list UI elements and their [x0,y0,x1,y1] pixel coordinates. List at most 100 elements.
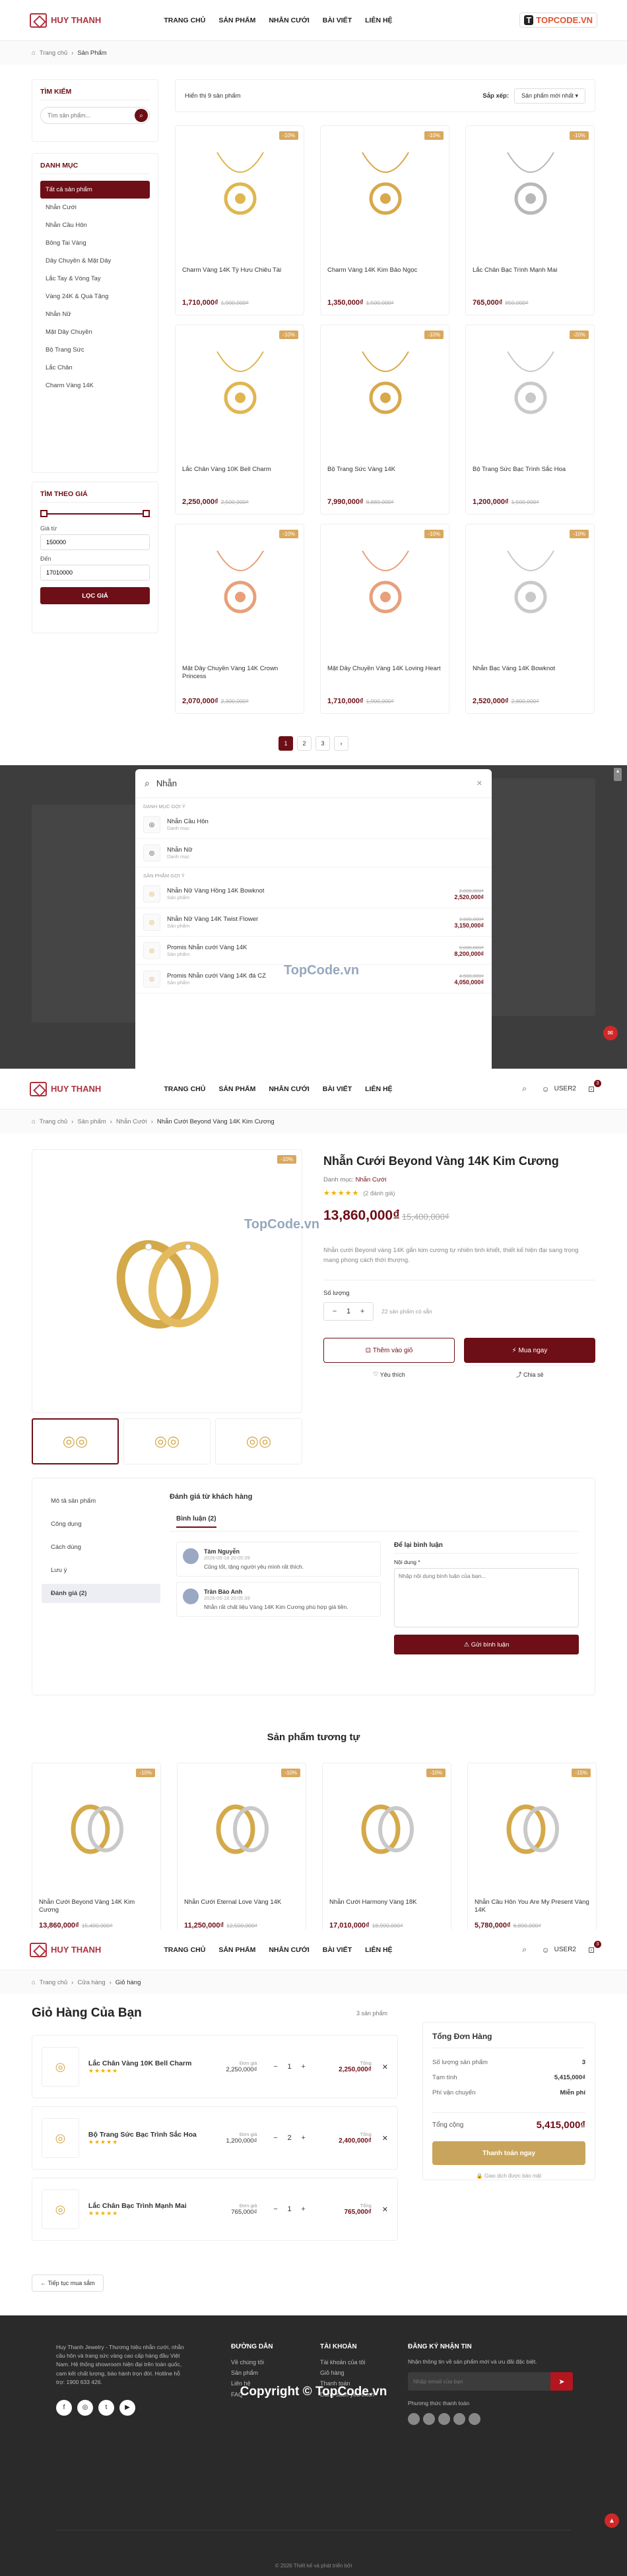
plus-icon[interactable]: + [298,2133,309,2143]
thumbnail[interactable]: ◎◎ [123,1418,211,1464]
product-card[interactable]: -10% Mặt Dây Chuyền Vàng 14K Crown Prince… [175,524,304,714]
submit-comment-button[interactable]: ⚠ Gửi bình luận [394,1635,579,1654]
breadcrumb-home[interactable]: Trang chủ [40,1979,67,1986]
cart-item-name[interactable]: Bộ Trang Sức Bạc Trình Sắc Hoa [88,2131,207,2139]
product-card[interactable]: -10% Charm Vàng 14K Tỳ Hưu Chiêu Tài 1,710… [175,125,304,315]
nav-home[interactable]: TRANG CHỦ [164,16,205,24]
category-item[interactable]: Charm Vàng 14K [40,377,150,394]
minus-icon[interactable]: − [270,2061,280,2072]
category-item[interactable]: Lắc Tay & Vòng Tay [40,270,150,288]
plus-icon[interactable]: + [357,1306,368,1317]
logo[interactable]: HUY THANH [30,1081,101,1096]
overlay-scrollbar[interactable]: ▴ [614,768,622,781]
category-item[interactable]: Nhẫn Cưới [40,199,150,216]
related-product-card[interactable]: -10% Nhẫn Cưới Eternal Love Vàng 14K 11,25… [177,1763,306,1930]
page-3[interactable]: 3 [315,736,330,751]
product-card[interactable]: -10% Charm Vàng 14K Kim Bảo Ngọc 1,350,000… [320,125,449,315]
product-card[interactable]: -10% Lắc Chân Bạc Trình Mạnh Mai 765,000₫ 8… [465,125,595,315]
category-item[interactable]: Vàng 24K & Quà Tặng [40,288,150,305]
breadcrumb-products[interactable]: Sản phẩm [77,1118,106,1125]
price-from-input[interactable] [40,534,150,550]
suggest-product[interactable]: ◎ Nhẫn Nữ Vàng 14K Twist Flower Sản phẩm 3,… [135,908,492,937]
footer-link-about[interactable]: Về chúng tôi [231,2357,304,2368]
user-menu[interactable]: ☺ USER2 [540,1083,577,1095]
nav-contact[interactable]: LIÊN HỆ [365,16,392,24]
nav-contact[interactable]: LIÊN HỆ [365,1085,392,1093]
remove-icon[interactable]: ✕ [382,2134,388,2143]
category-item[interactable]: Nhẫn Cầu Hôn [40,216,150,234]
price-to-input[interactable] [40,565,150,581]
remove-icon[interactable]: ✕ [382,2205,388,2214]
product-card[interactable]: -10% Bộ Trang Sức Vàng 14K 7,990,000₫ 8,880… [320,325,449,515]
checkout-button[interactable]: Thanh toán ngay [432,2141,585,2165]
buy-now-button[interactable]: ⚡ Mua ngay [464,1338,595,1364]
category-link[interactable]: Nhẫn Cưới [356,1176,387,1183]
product-card[interactable]: -10% Mặt Dây Chuyền Vàng 14K Loving Heart… [320,524,449,714]
category-item[interactable]: Nhẫn Nữ [40,305,150,323]
footer-link-my-account[interactable]: Tài khoản của tôi [320,2357,399,2368]
category-item[interactable]: Lắc Chân [40,359,150,377]
product-card[interactable]: -10% Nhẫn Bạc Vàng 14K Bowknot 2,520,000₫ 2… [465,524,595,714]
product-tab[interactable]: Lưu ý [42,1561,160,1580]
nav-blog[interactable]: BÀI VIẾT [323,16,352,24]
suggest-category[interactable]: ◎ Nhẫn Nữ Danh mục [135,839,492,867]
cart-item-image[interactable]: ◎ [42,2118,79,2158]
nav-products[interactable]: SẢN PHẨM [218,1946,255,1954]
related-product-card[interactable]: -10% Nhẫn Cưới Beyond Vàng 14K Kim Cương 1… [32,1763,161,1930]
wishlist-button[interactable]: ♡ Yêu thích [323,1366,455,1383]
chat-float-icon[interactable]: ✉ [603,1026,618,1040]
nav-blog[interactable]: BÀI VIẾT [323,1085,352,1093]
remove-icon[interactable]: ✕ [382,2063,388,2071]
nav-products[interactable]: SẢN PHẨM [218,1085,255,1093]
breadcrumb-category[interactable]: Nhẫn Cưới [116,1118,147,1125]
product-tab[interactable]: Mô tả sản phẩm [42,1492,160,1511]
product-card[interactable]: -20% Bộ Trang Sức Bạc Trình Sắc Hoa 1,200,… [465,325,595,515]
category-item[interactable]: Mặt Dây Chuyền [40,323,150,341]
cart-item-image[interactable]: ◎ [42,2189,79,2229]
quantity-stepper[interactable]: −1 + [323,1302,374,1321]
category-item[interactable]: Bông Tai Vàng [40,234,150,252]
breadcrumb-home[interactable]: Trang chủ [40,1118,67,1125]
nav-wedding-rings[interactable]: NHẪN CƯỚI [269,16,309,24]
cart-icon[interactable]: ⊡ 3 [585,1079,601,1095]
comment-textarea[interactable] [394,1568,579,1627]
product-tab[interactable]: Đánh giá (2) [42,1584,160,1603]
share-button[interactable]: ⤴ Chia sẻ [464,1366,595,1383]
minus-icon[interactable]: − [270,2133,280,2143]
search-query[interactable]: Nhẫn [156,778,470,788]
search-icon[interactable]: ⌕ [519,1944,531,1956]
sidebar-search-input[interactable] [40,107,150,124]
close-icon[interactable]: ✕ [477,779,482,788]
filter-price-button[interactable]: LỌC GIÁ [40,587,150,604]
nav-products[interactable]: SẢN PHẨM [218,16,255,24]
minus-icon[interactable]: − [270,2204,280,2215]
nav-home[interactable]: TRANG CHỦ [164,1946,205,1954]
cart-item-name[interactable]: Lắc Chân Vàng 10K Bell Charm [88,2059,207,2067]
product-tab[interactable]: Công dụng [42,1515,160,1534]
price-slider[interactable] [40,509,150,518]
thumbnail[interactable]: ◎◎ [32,1418,119,1464]
page-next[interactable]: › [334,736,348,751]
twitter-icon[interactable]: t [98,2399,114,2416]
thumbnail[interactable]: ◎◎ [215,1418,302,1464]
page-1[interactable]: 1 [279,736,293,751]
suggest-product[interactable]: ◎ Promis Nhẫn cưới Vàng 14K Sản phẩm 9,000,… [135,937,492,965]
nav-wedding-rings[interactable]: NHẪN CƯỚI [269,1085,309,1093]
related-product-card[interactable]: -15% Nhẫn Cầu Hôn You Are My Present Vàng… [467,1763,597,1930]
search-icon[interactable]: ⌕ [135,109,148,122]
product-card[interactable]: -10% Lắc Chân Vàng 10K Bell Charm 2,250,00… [175,325,304,515]
category-item[interactable]: Dây Chuyền & Mặt Dây [40,252,150,270]
add-to-cart-button[interactable]: ⊡ Thêm vào giỏ [323,1338,455,1364]
search-icon[interactable]: ⌕ [519,1083,531,1095]
quantity-stepper[interactable]: −2 + [270,2133,308,2143]
minus-icon[interactable]: − [329,1306,340,1317]
footer-link-cart[interactable]: Giỏ hàng [320,2368,399,2378]
nav-blog[interactable]: BÀI VIẾT [323,1946,352,1954]
breadcrumb-shop[interactable]: Cửa hàng [77,1979,105,1986]
category-item[interactable]: Bộ Trang Sức [40,341,150,359]
suggest-category[interactable]: ◎ Nhẫn Cầu Hôn Danh mục [135,811,492,839]
sort-select[interactable]: Sản phẩm mới nhất ▾ [514,88,585,104]
instagram-icon[interactable]: ◎ [77,2399,93,2416]
cart-icon[interactable]: ⊡ 3 [585,1940,601,1956]
continue-shopping-button[interactable]: ← Tiếp tục mua sắm [32,2275,104,2292]
